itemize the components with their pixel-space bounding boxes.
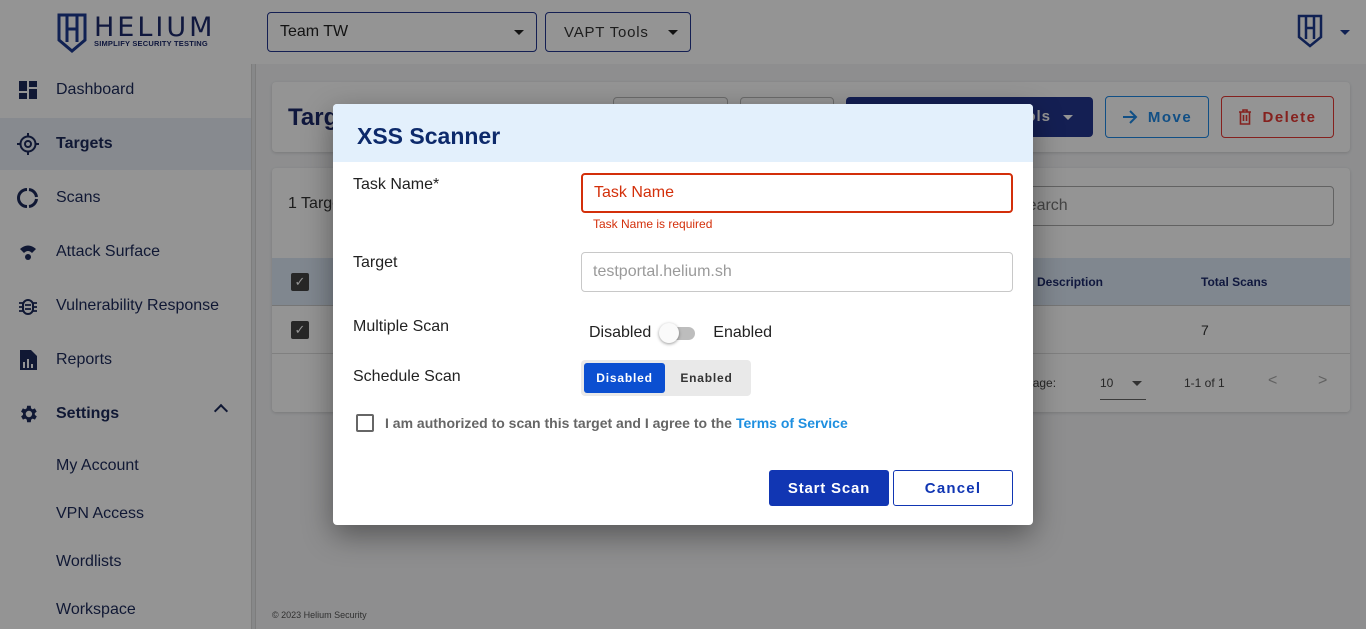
dialog-header: XSS Scanner: [333, 104, 1033, 162]
multiple-scan-control: Disabled Enabled: [589, 321, 772, 345]
target-label: Target: [353, 254, 398, 271]
multiple-scan-on-label: Enabled: [713, 324, 772, 341]
task-name-input[interactable]: [581, 173, 1013, 213]
cancel-button[interactable]: Cancel: [893, 470, 1013, 506]
task-name-error: Task Name is required: [593, 217, 713, 231]
target-input[interactable]: [581, 252, 1013, 292]
schedule-disabled-option[interactable]: Disabled: [584, 363, 665, 393]
terms-checkbox[interactable]: [356, 414, 374, 432]
multiple-scan-toggle[interactable]: [659, 321, 699, 345]
terms-text: I am authorized to scan this target and …: [385, 415, 732, 431]
toggle-thumb: [659, 323, 680, 343]
terms-agreement: I am authorized to scan this target and …: [356, 414, 848, 432]
schedule-scan-label: Schedule Scan: [353, 368, 461, 385]
terms-of-service-link[interactable]: Terms of Service: [736, 415, 848, 431]
dialog-title: XSS Scanner: [357, 123, 501, 149]
schedule-scan-toggle-group: Disabled Enabled: [581, 360, 751, 396]
task-name-label: Task Name*: [353, 176, 440, 193]
xss-scanner-dialog: XSS Scanner Task Name* Task Name is requ…: [333, 104, 1033, 525]
multiple-scan-off-label: Disabled: [589, 324, 652, 341]
multiple-scan-label: Multiple Scan: [353, 318, 450, 335]
start-scan-button[interactable]: Start Scan: [769, 470, 889, 506]
schedule-enabled-option[interactable]: Enabled: [665, 363, 748, 393]
